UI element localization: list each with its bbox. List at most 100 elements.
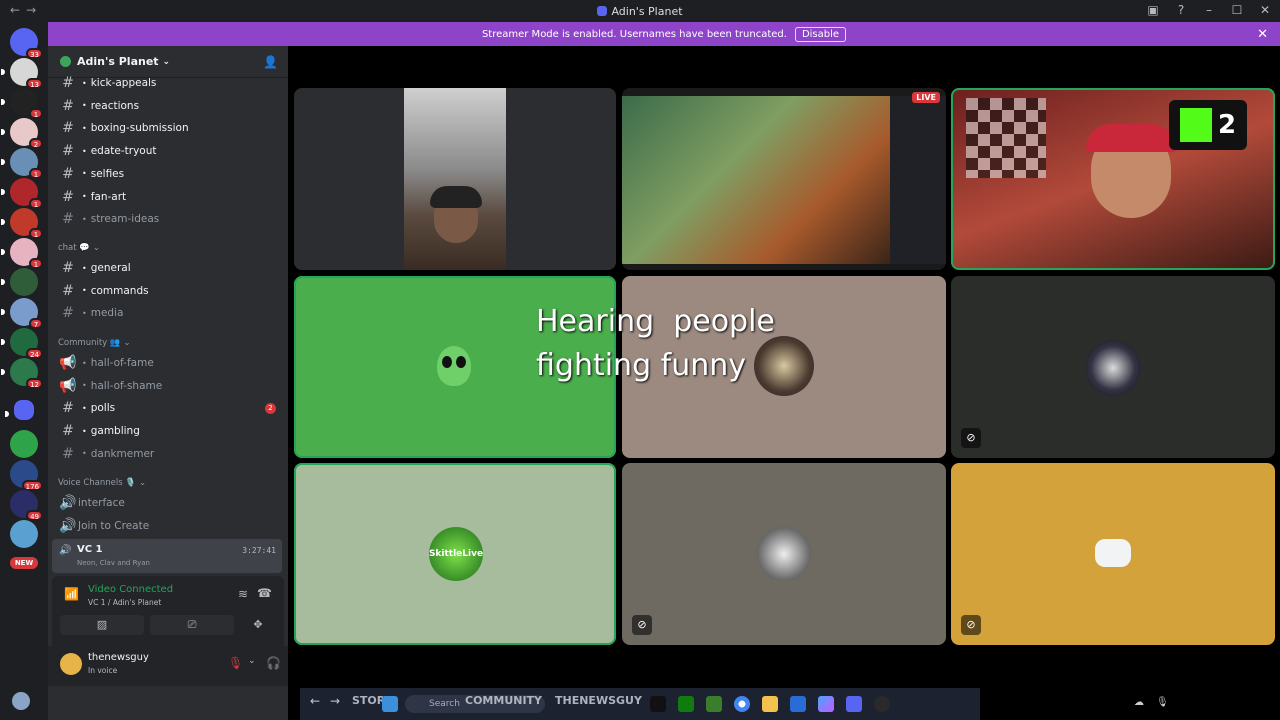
video-tile-speaking[interactable]: 2	[951, 88, 1275, 270]
unread-badge: 1	[29, 108, 43, 119]
channel-polls[interactable]: # • polls 2	[58, 398, 280, 418]
channel-gambling[interactable]: # • gambling	[58, 421, 280, 441]
channel-commands[interactable]: # • commands	[58, 281, 280, 301]
discord-taskbar-icon[interactable]	[846, 696, 862, 712]
disable-streamer-mode-button[interactable]: Disable	[794, 26, 847, 42]
server-icon[interactable]: 1	[1, 238, 43, 269]
cloud-icon[interactable]: ☁	[1134, 697, 1144, 708]
server-icon[interactable]	[10, 430, 38, 458]
server-icon[interactable]: 49	[10, 490, 43, 521]
channel-label: hall-of-fame	[90, 357, 154, 369]
taskbar-nav-arrows[interactable]: ←→	[310, 694, 350, 708]
channel-hall-of-shame[interactable]: 📢 • hall-of-shame	[58, 376, 280, 396]
noise-suppression-icon[interactable]: ≋	[238, 587, 248, 601]
new-badge: NEW	[10, 557, 38, 569]
channel-category[interactable]: chat 💬 ⌄	[58, 243, 100, 253]
voice-status: Video Connected	[88, 584, 174, 595]
server-icon[interactable]: 1	[1, 88, 43, 119]
channel-selfies[interactable]: # • selfies	[58, 164, 280, 184]
server-icon[interactable]: 2	[1, 118, 43, 149]
hashtag-icon: #	[62, 120, 74, 137]
channel-edate-tryout[interactable]: # • edate-tryout	[58, 141, 280, 161]
close-banner-icon[interactable]: ✕	[1257, 27, 1268, 42]
signal-icon[interactable]: 📶	[64, 587, 79, 601]
server-icon[interactable]	[5, 400, 34, 420]
minimize-button[interactable]: –	[1202, 3, 1216, 17]
minecraft-icon[interactable]	[706, 696, 722, 712]
notification-icon[interactable]	[8, 690, 38, 714]
channel-sidebar: Adin's Planet ⌄ 👤 # • kick-appeals # • reacti…	[48, 46, 317, 720]
server-icon[interactable]: 13	[1, 58, 43, 89]
channel-hall-of-fame[interactable]: 📢 • hall-of-fame	[58, 353, 280, 373]
avatar[interactable]	[60, 653, 82, 675]
video-tile-stream[interactable]: LIVE	[622, 88, 946, 270]
video-tile[interactable]	[294, 88, 616, 270]
headphones-icon[interactable]: 🎧	[266, 656, 281, 670]
microphone-tray-icon[interactable]: 🎙	[1156, 697, 1169, 708]
server-icon[interactable]: 1	[1, 178, 43, 209]
channel-Join to Create[interactable]: 🔊 Join to Create	[58, 516, 280, 536]
unread-badge: 12	[26, 378, 43, 389]
help-icon[interactable]: ?	[1174, 3, 1188, 17]
channel-kick-appeals[interactable]: # • kick-appeals	[58, 73, 280, 93]
channel-interface[interactable]: 🔊 interface	[58, 493, 280, 513]
channel-reactions[interactable]: # • reactions	[58, 96, 280, 116]
channel-category[interactable]: Community 👥 ⌄	[58, 338, 131, 348]
chevron-down-icon[interactable]: ⌄	[163, 57, 171, 67]
channel-category[interactable]: Voice Channels 🎙️ ⌄	[58, 478, 146, 488]
epic-games-icon[interactable]	[650, 696, 666, 712]
screen-share-button[interactable]: ⎚	[150, 615, 234, 635]
voice-location[interactable]: VC 1 / Adin's Planet	[88, 598, 161, 607]
server-icon[interactable]	[10, 520, 38, 548]
steam-community-link[interactable]: COMMUNITY	[465, 694, 542, 707]
server-icon[interactable]: 176	[10, 460, 43, 491]
close-window-button[interactable]: ✕	[1258, 3, 1272, 17]
maximize-button[interactable]: ☐	[1230, 3, 1244, 17]
chrome-icon[interactable]	[734, 696, 750, 712]
mic-muted-icon[interactable]: 🎙	[228, 656, 243, 670]
kick-number: 2	[1217, 110, 1237, 140]
channel-label: kick-appeals	[90, 77, 157, 89]
active-voice-channel[interactable]: 🔊 VC 1 Neon, Clav and Ryan 3:27:41	[52, 539, 282, 573]
channel-stream-ideas[interactable]: # • stream-ideas	[58, 209, 280, 229]
server-icon[interactable]: 1	[1, 208, 43, 239]
channel-boxing-submission[interactable]: # • boxing-submission	[58, 118, 280, 138]
server-icon[interactable]: 24	[1, 328, 43, 359]
alien-avatar	[437, 346, 471, 386]
channel-label: edate-tryout	[90, 145, 157, 158]
hashtag-icon: #	[62, 282, 74, 299]
channel-dankmemer[interactable]: # • dankmemer	[58, 444, 280, 464]
inbox-icon[interactable]: ▣	[1146, 3, 1160, 17]
windows-start-icon[interactable]	[382, 696, 398, 712]
channel-media[interactable]: # • media	[58, 303, 280, 323]
username[interactable]: thenewsguy	[88, 652, 149, 663]
channel-general[interactable]: # • general	[58, 258, 280, 278]
unread-indicator	[1, 369, 5, 375]
participant-tile[interactable]: ⊘	[951, 463, 1275, 645]
chevron-down-icon[interactable]: ⌄	[248, 656, 256, 666]
checkered-wall	[966, 98, 1046, 178]
participant-tile[interactable]: ⊘	[951, 276, 1275, 458]
activities-button[interactable]: ✥	[240, 615, 276, 635]
server-icon[interactable]: 12	[1, 358, 43, 389]
server-icon[interactable]: 1	[1, 148, 43, 179]
speaker-icon: 📢	[59, 377, 77, 394]
copilot-icon[interactable]	[818, 696, 834, 712]
app-icon[interactable]	[874, 696, 890, 712]
invite-people-icon[interactable]: 👤	[263, 55, 278, 69]
kick-logo-icon	[1179, 108, 1212, 142]
unread-indicator	[1, 189, 5, 195]
file-explorer-icon[interactable]	[762, 696, 778, 712]
camera-off-button[interactable]: ▨	[60, 615, 144, 635]
disconnect-icon[interactable]: ☎	[257, 586, 272, 600]
channel-fan-art[interactable]: # • fan-art	[58, 187, 280, 207]
server-icon[interactable]: 33	[10, 28, 43, 59]
cap-shape	[1086, 124, 1176, 152]
store-icon[interactable]	[790, 696, 806, 712]
xbox-icon[interactable]	[678, 696, 694, 712]
participant-tile[interactable]: SkittleLive	[294, 463, 616, 645]
server-icon[interactable]: 7	[1, 298, 43, 329]
server-icon[interactable]	[1, 268, 38, 296]
steam-user-link[interactable]: THENEWSGUY	[555, 694, 642, 707]
participant-tile[interactable]: ⊘	[622, 463, 946, 645]
